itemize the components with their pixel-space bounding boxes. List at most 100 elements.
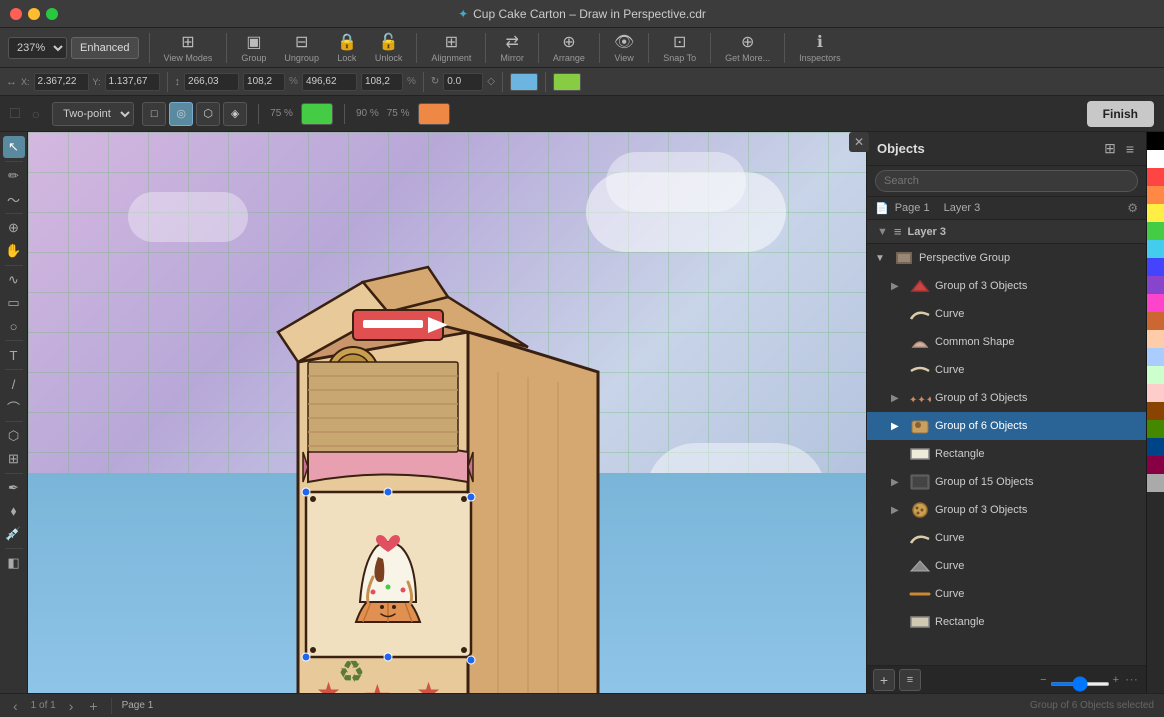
zoom-in-button[interactable]: + xyxy=(1113,673,1119,686)
select-tool[interactable]: ↖ xyxy=(3,136,25,158)
color-swatch-cyan[interactable] xyxy=(1147,240,1164,258)
toolbar-lock[interactable]: 🔒 Lock xyxy=(329,30,365,65)
add-layer-button[interactable]: + xyxy=(873,669,895,691)
color-swatch-lightblue[interactable] xyxy=(1147,348,1164,366)
color-swatch-yellow[interactable] xyxy=(1147,204,1164,222)
color-swatch-darkblue[interactable] xyxy=(1147,438,1164,456)
canvas-area[interactable]: ★ ★ ★ ♻ xyxy=(28,132,866,693)
height-pct-input[interactable] xyxy=(361,73,403,91)
height-input[interactable] xyxy=(302,73,357,91)
shape-tool[interactable]: ⬡ xyxy=(3,425,25,447)
tree-item-group3-top[interactable]: ▶ Group of 3 Objects xyxy=(867,272,1146,300)
color-swatch-white[interactable] xyxy=(1147,150,1164,168)
perspective-group-arrow[interactable]: ▼ xyxy=(875,253,889,264)
toolbar-get-more[interactable]: ⊕ Get More... xyxy=(717,30,778,65)
color-swatch-black[interactable] xyxy=(1147,132,1164,150)
tree-item-group3-stars[interactable]: ▶ ✦✦✦ Group of 3 Objects xyxy=(867,384,1146,412)
width-pct-input[interactable] xyxy=(243,73,285,91)
pan-tool[interactable]: ✋ xyxy=(3,240,25,262)
tree-item-group6[interactable]: ▶ Group of 6 Objects xyxy=(867,412,1146,440)
rotation-input[interactable] xyxy=(443,73,483,91)
color-swatch-purple[interactable] xyxy=(1147,276,1164,294)
text-tool[interactable]: T xyxy=(3,344,25,366)
table-tool[interactable]: ⊞ xyxy=(3,448,25,470)
color-swatch-darkpurple[interactable] xyxy=(1147,456,1164,474)
zoom-select[interactable]: 237% xyxy=(8,37,67,59)
layer-settings-button[interactable]: ⚙ xyxy=(1127,201,1138,215)
tree-item-curve1[interactable]: Curve xyxy=(867,300,1146,328)
tree-item-perspective-group[interactable]: ▼ Perspective Group xyxy=(867,244,1146,272)
more-options-button[interactable]: ⋯ xyxy=(1123,672,1140,688)
persp-color-green[interactable] xyxy=(301,103,333,125)
panel-close-button[interactable]: ✕ xyxy=(849,132,869,152)
stroke-color[interactable] xyxy=(553,73,581,91)
freeform-tool[interactable]: ✏ xyxy=(3,165,25,187)
toolbar-snap-to[interactable]: ⊡ Snap To xyxy=(655,30,704,65)
perspective-mode-select[interactable]: Two-point xyxy=(52,102,134,126)
persp-color-orange[interactable] xyxy=(418,103,450,125)
panel-menu-icon[interactable]: ≡ xyxy=(1124,139,1136,159)
color-swatch-lightpink[interactable] xyxy=(1147,384,1164,402)
group15-arrow[interactable]: ▶ xyxy=(891,477,905,488)
close-button[interactable] xyxy=(10,8,22,20)
color-swatch-lightgreen[interactable] xyxy=(1147,366,1164,384)
tree-item-curve2[interactable]: Curve xyxy=(867,356,1146,384)
color-swatch-red[interactable] xyxy=(1147,168,1164,186)
color-swatch-darkgreen[interactable] xyxy=(1147,420,1164,438)
smooth-tool[interactable]: 〜 xyxy=(3,188,25,210)
tree-item-rectangle[interactable]: Rectangle xyxy=(867,440,1146,468)
tree-item-curve5[interactable]: Curve xyxy=(867,580,1146,608)
persp-circle-btn[interactable]: ◎ xyxy=(169,102,193,126)
tree-item-curve4[interactable]: Curve xyxy=(867,552,1146,580)
color-swatch-blue[interactable] xyxy=(1147,258,1164,276)
color-swatch-green[interactable] xyxy=(1147,222,1164,240)
eyedropper-tool[interactable]: 💉 xyxy=(3,523,25,545)
fill-color[interactable] xyxy=(510,73,538,91)
objects-tree[interactable]: ▼ Perspective Group ▶ Group of 3 Objects xyxy=(867,244,1146,665)
group6-arrow[interactable]: ▶ xyxy=(891,421,905,432)
line-tool[interactable]: / xyxy=(3,373,25,395)
width-input[interactable] xyxy=(184,73,239,91)
shadow-tool[interactable]: ◧ xyxy=(3,552,25,574)
minimize-button[interactable] xyxy=(28,8,40,20)
curve-tool[interactable]: ∿ xyxy=(3,269,25,291)
maximize-button[interactable] xyxy=(46,8,58,20)
layer3-collapse-arrow[interactable]: ▼ xyxy=(877,226,888,238)
tree-item-curve3[interactable]: Curve xyxy=(867,524,1146,552)
toolbar-alignment[interactable]: ⊞ Alignment xyxy=(423,30,479,65)
toolbar-mirror[interactable]: ⇄ Mirror xyxy=(492,30,532,65)
tree-item-common-shape[interactable]: Common Shape xyxy=(867,328,1146,356)
prev-page-button[interactable]: ‹ xyxy=(10,698,21,714)
color-swatch-orange[interactable] xyxy=(1147,186,1164,204)
rect-tool[interactable]: ▭ xyxy=(3,292,25,314)
persp-hex-btn[interactable]: ⬡ xyxy=(196,102,220,126)
color-swatch-gray[interactable] xyxy=(1147,474,1164,492)
tree-item-group15[interactable]: ▶ Group of 15 Objects xyxy=(867,468,1146,496)
zoom-out-button[interactable]: − xyxy=(1040,673,1046,686)
group3-top-arrow[interactable]: ▶ xyxy=(891,281,905,292)
fill-tool[interactable]: ⬧ xyxy=(3,500,25,522)
finish-button[interactable]: Finish xyxy=(1087,101,1154,127)
toolbar-view-modes[interactable]: ⊞ View Modes xyxy=(156,30,221,65)
toolbar-ungroup[interactable]: ⊟ Ungroup xyxy=(276,30,327,65)
persp-rect-btn[interactable]: □ xyxy=(142,102,166,126)
layer-options-button[interactable]: ≡ xyxy=(899,669,921,691)
connector-tool[interactable]: ⌒ xyxy=(3,396,25,418)
add-page-button[interactable]: + xyxy=(86,698,100,714)
group3-cookie-arrow[interactable]: ▶ xyxy=(891,505,905,516)
toolbar-view[interactable]: 👁 View xyxy=(606,30,642,65)
panel-expand-icon[interactable]: ⊞ xyxy=(1102,138,1118,159)
zoom-slider[interactable] xyxy=(1050,682,1110,686)
tree-item-group3-cookie[interactable]: ▶ Group of 3 Objects xyxy=(867,496,1146,524)
enhanced-button[interactable]: Enhanced xyxy=(71,37,139,59)
toolbar-unlock[interactable]: 🔓 Unlock xyxy=(367,30,411,65)
toolbar-group[interactable]: ▣ Group xyxy=(233,30,274,65)
zoom-tool[interactable]: ⊕ xyxy=(3,217,25,239)
tree-item-rectangle2[interactable]: Rectangle xyxy=(867,608,1146,636)
y-input[interactable] xyxy=(105,73,160,91)
persp-diamond-btn[interactable]: ◈ xyxy=(223,102,247,126)
color-swatch-darkbrown[interactable] xyxy=(1147,402,1164,420)
color-swatch-pink[interactable] xyxy=(1147,294,1164,312)
pen-tool[interactable]: ✒ xyxy=(3,477,25,499)
ellipse-tool[interactable]: ○ xyxy=(3,315,25,337)
